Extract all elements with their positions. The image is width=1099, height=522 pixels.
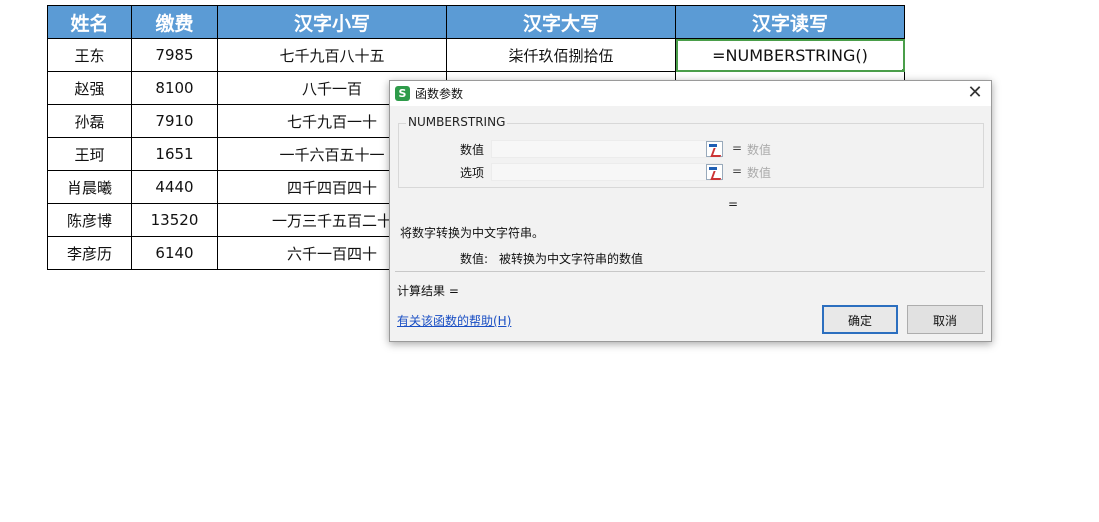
header-fee[interactable]: 缴费 xyxy=(131,5,218,39)
range-picker-icon[interactable] xyxy=(706,141,723,157)
cancel-button[interactable]: 取消 xyxy=(907,305,983,334)
dialog-titlebar[interactable]: S 函数参数 ✕ xyxy=(390,81,991,106)
header-row: 姓名 缴费 汉字小写 汉字大写 汉字读写 xyxy=(47,5,905,39)
arg-equals: = xyxy=(732,141,743,155)
function-arguments-dialog: S 函数参数 ✕ NUMBERSTRING 数值 = 数值 选项 = 数值 = … xyxy=(389,80,992,342)
param-description-text: 被转换为中文字符串的数值 xyxy=(499,252,644,266)
cell-name[interactable]: 李彦历 xyxy=(47,236,132,270)
cell-fee[interactable]: 6140 xyxy=(131,236,218,270)
cell-fee[interactable]: 1651 xyxy=(131,137,218,171)
range-picker-icon[interactable] xyxy=(706,164,723,180)
divider xyxy=(395,271,985,272)
function-name-label: NUMBERSTRING xyxy=(406,115,508,129)
active-formula-cell[interactable]: =NUMBERSTRING() xyxy=(675,38,905,72)
cell-lower[interactable]: 七千九百八十五 xyxy=(217,38,447,72)
arg-type-hint: 数值 xyxy=(747,166,772,180)
app-logo-icon: S xyxy=(395,86,410,101)
option-input[interactable] xyxy=(491,163,722,181)
cell-fee[interactable]: 4440 xyxy=(131,170,218,204)
close-icon[interactable]: ✕ xyxy=(965,83,985,103)
function-description: 将数字转换为中文字符串。 xyxy=(400,226,545,240)
cell-upper[interactable]: 柒仟玖佰捌拾伍 xyxy=(446,38,676,72)
cell-name[interactable]: 王珂 xyxy=(47,137,132,171)
cell-fee[interactable]: 13520 xyxy=(131,203,218,237)
cell-name[interactable]: 赵强 xyxy=(47,71,132,105)
formula-result-equals: = xyxy=(728,197,739,211)
table-row: 王东 7985 七千九百八十五 柒仟玖佰捌拾伍 =NUMBERSTRING() xyxy=(47,38,905,72)
arg-equals: = xyxy=(732,164,743,178)
dialog-title: 函数参数 xyxy=(415,87,464,101)
cell-name[interactable]: 孙磊 xyxy=(47,104,132,138)
cell-name[interactable]: 肖晨曦 xyxy=(47,170,132,204)
header-chinese-upper[interactable]: 汉字大写 xyxy=(446,5,676,39)
param-description-name: 数值: xyxy=(460,252,489,266)
arg-type-hint: 数值 xyxy=(747,143,772,157)
header-chinese-lower[interactable]: 汉字小写 xyxy=(217,5,447,39)
value-input[interactable] xyxy=(491,140,722,158)
header-name[interactable]: 姓名 xyxy=(47,5,132,39)
help-link[interactable]: 有关该函数的帮助(H) xyxy=(397,312,511,329)
cell-fee[interactable]: 7910 xyxy=(131,104,218,138)
ok-button[interactable]: 确定 xyxy=(822,305,898,334)
cell-name[interactable]: 王东 xyxy=(47,38,132,72)
cell-fee[interactable]: 8100 xyxy=(131,71,218,105)
arg-label-option: 选项 xyxy=(460,166,485,180)
calc-result-label: 计算结果 = xyxy=(397,284,459,298)
arg-label-value: 数值 xyxy=(460,143,485,157)
cell-fee[interactable]: 7985 xyxy=(131,38,218,72)
cell-name[interactable]: 陈彦博 xyxy=(47,203,132,237)
header-chinese-read[interactable]: 汉字读写 xyxy=(675,5,905,39)
